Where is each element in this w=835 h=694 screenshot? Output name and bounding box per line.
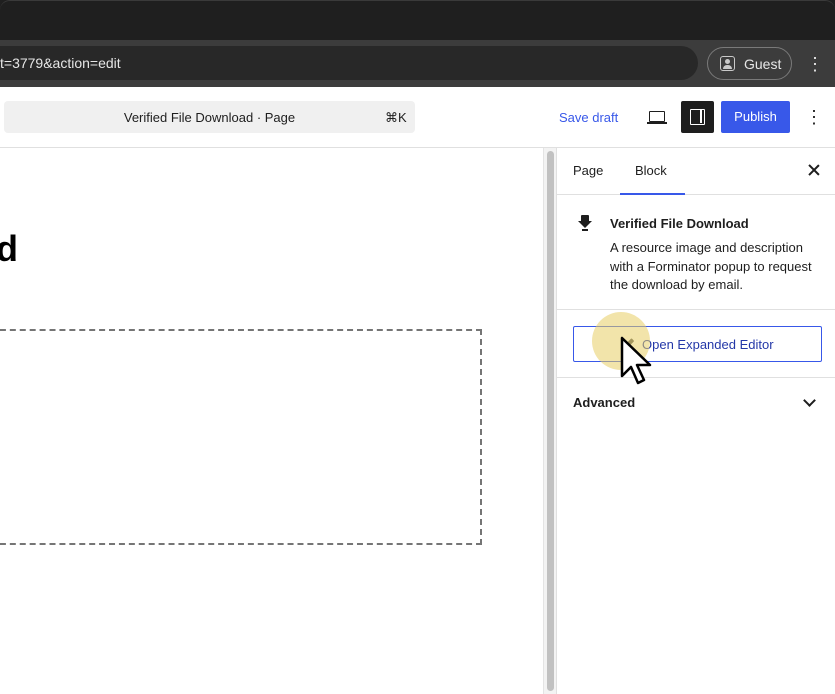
editor-canvas[interactable]: d [0, 148, 543, 694]
address-bar[interactable]: t=3779&action=edit [0, 46, 698, 80]
preview-laptop-icon[interactable] [647, 111, 667, 125]
laptop-base [647, 122, 667, 124]
save-draft-button[interactable]: Save draft [559, 110, 618, 125]
tab-page[interactable]: Page [573, 163, 603, 178]
settings-sidebar-toggle-icon[interactable] [681, 101, 714, 133]
sidebar-tabs: Page Block [557, 148, 835, 195]
block-description: A resource image and description with a … [610, 240, 812, 292]
profile-button[interactable]: Guest [707, 47, 792, 80]
document-title: Verified File Download · Page [123, 110, 296, 125]
publish-button[interactable]: Publish [721, 101, 790, 133]
options-menu-icon[interactable]: ⋮ [805, 104, 823, 130]
tab-strip-edge [0, 0, 835, 40]
sidebar-frame [690, 109, 705, 125]
command-shortcut: ⌘K [385, 110, 407, 125]
block-placeholder[interactable] [0, 329, 482, 545]
browser-tab-strip [0, 0, 835, 40]
advanced-label: Advanced [573, 395, 636, 410]
block-card: Verified File Download A resource image … [557, 195, 835, 310]
browser-toolbar: t=3779&action=edit Guest ⋮ [0, 40, 835, 87]
profile-icon [720, 56, 735, 71]
tab-block[interactable]: Block [635, 163, 667, 178]
canvas-scrollbar-thumb[interactable] [547, 151, 554, 691]
address-bar-url[interactable]: t=3779&action=edit [0, 55, 121, 71]
advanced-panel-toggle[interactable]: Advanced [557, 378, 835, 428]
page-heading[interactable]: d [0, 228, 18, 270]
download-icon [578, 215, 592, 231]
settings-sidebar: Page Block Verified File Download A reso… [556, 148, 835, 694]
browser-menu-icon[interactable]: ⋮ [806, 53, 824, 75]
block-title: Verified File Download [610, 216, 749, 231]
close-icon[interactable] [806, 162, 822, 178]
profile-label: Guest [744, 56, 782, 72]
canvas-scrollbar[interactable] [543, 148, 556, 694]
download-icon-line [582, 229, 588, 231]
download-icon-arrow [578, 221, 592, 228]
laptop-screen [649, 111, 665, 122]
document-command-bar[interactable]: Verified File Download · Page ⌘K [4, 101, 415, 133]
open-expanded-editor-label: Open Expanded Editor [642, 337, 774, 352]
chevron-down-icon [803, 394, 816, 407]
editor-header: Verified File Download · Page ⌘K Save dr… [0, 87, 835, 148]
mouse-pointer-icon [620, 336, 652, 385]
